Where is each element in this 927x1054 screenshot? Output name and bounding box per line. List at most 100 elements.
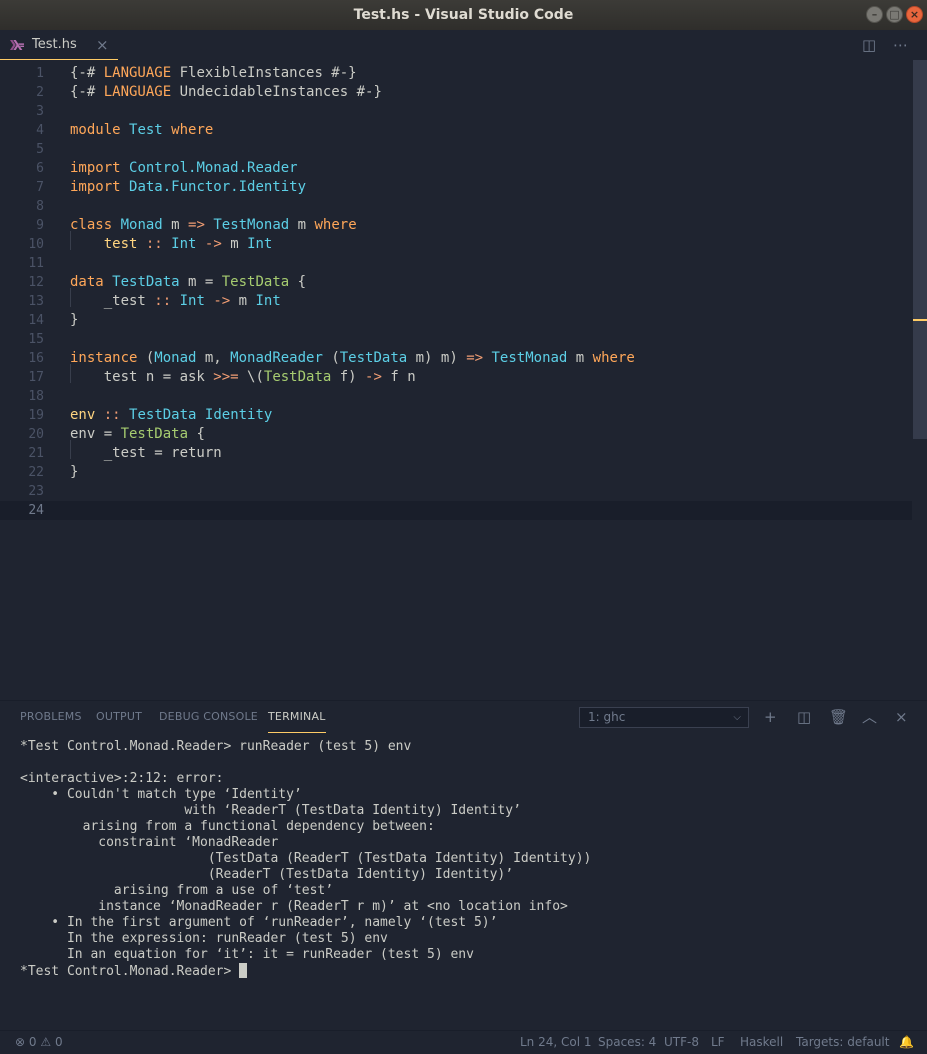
split-terminal-icon[interactable]: ◫ (797, 701, 811, 733)
tab-problems[interactable]: PROBLEMS (20, 701, 82, 733)
code-line[interactable]: 21 _test = return (0, 444, 912, 463)
line-number: 12 (28, 275, 44, 290)
cursor-position[interactable]: Ln 24, Col 1 (520, 1031, 592, 1054)
code-line[interactable]: 3 (0, 102, 912, 121)
tab-close-icon[interactable]: × (96, 30, 109, 60)
line-number: 9 (36, 218, 44, 233)
code-token: LANGUAGE (103, 65, 172, 81)
close-panel-icon[interactable]: × (895, 701, 908, 733)
trash-icon[interactable]: 🗑 (829, 701, 848, 733)
more-actions-icon[interactable]: ⋯ (893, 30, 908, 60)
minimize-button[interactable]: – (866, 6, 883, 23)
code-line[interactable]: 17 test n = ask >>= \(TestData f) -> f n (0, 368, 912, 387)
code-line[interactable]: 4 module Test where (0, 121, 912, 140)
terminal-select[interactable]: 1: ghc ⌵ (579, 707, 749, 728)
code-line[interactable]: 12 data TestData m = TestData { (0, 273, 912, 292)
code-token: Int (255, 293, 281, 309)
code-token: TestMonad (491, 350, 568, 366)
chevron-down-icon: ⌵ (733, 712, 741, 723)
code-token: => (466, 350, 484, 366)
code-token: { (289, 274, 307, 290)
code-line[interactable]: 13 _test :: Int -> m Int (0, 292, 912, 311)
bell-icon[interactable]: 🔔 (899, 1031, 914, 1054)
indentation[interactable]: Spaces: 4 (598, 1031, 656, 1054)
code-token: module (70, 122, 121, 138)
code-token: m (289, 217, 315, 233)
code-token: UndecidableInstances #-} (171, 84, 382, 100)
warning-count: 0 (54, 1035, 63, 1049)
editor-scrollbar-thumb[interactable] (913, 60, 927, 439)
close-window-button[interactable]: × (906, 6, 923, 23)
maximize-panel-icon[interactable]: ︿ (862, 701, 877, 733)
code-token: TestData (339, 350, 408, 366)
status-bar: ⊗ 0 ⚠ 0 Ln 24, Col 1 Spaces: 4 UTF-8 LF … (0, 1030, 927, 1054)
code-token: m (230, 293, 256, 309)
line-number: 2 (36, 85, 44, 100)
code-line[interactable]: 18 (0, 387, 912, 406)
encoding[interactable]: UTF-8 (664, 1031, 699, 1054)
targets[interactable]: Targets: default (796, 1031, 889, 1054)
code-text: test :: Int -> m Int (70, 235, 273, 254)
code-token: Monad (154, 350, 197, 366)
code-line[interactable]: 6 import Control.Monad.Reader (0, 159, 912, 178)
code-token: m = (179, 274, 222, 290)
code-line[interactable]: 16 instance (Monad m, MonadReader (TestDa… (0, 349, 912, 368)
code-line[interactable]: 5 (0, 140, 912, 159)
line-number: 14 (28, 313, 44, 328)
code-line[interactable]: 15 (0, 330, 912, 349)
code-line[interactable]: 11 (0, 254, 912, 273)
tab-debug-console[interactable]: DEBUG CONSOLE (159, 701, 258, 733)
tab-output[interactable]: OUTPUT (96, 701, 142, 733)
code-line[interactable]: 1 {-# LANGUAGE FlexibleInstances #-} (0, 64, 912, 83)
line-number: 23 (28, 484, 44, 499)
new-terminal-icon[interactable]: + (764, 701, 777, 733)
terminal-line: constraint ‘MonadReader (20, 835, 279, 850)
tab-test-hs[interactable]: Test.hs × (0, 30, 118, 60)
code-line[interactable]: 10 test :: Int -> m Int (0, 235, 912, 254)
code-editor[interactable]: 1 {-# LANGUAGE FlexibleInstances #-} 2 {-# … (0, 60, 927, 700)
tab-title: Test.hs (32, 37, 77, 52)
code-line[interactable]: 14} (0, 311, 912, 330)
line-number: 22 (28, 465, 44, 480)
terminal-line: *Test Control.Monad.Reader> (20, 963, 591, 979)
code-token: ( (322, 350, 340, 366)
terminal-output[interactable]: *Test Control.Monad.Reader> runReader (t… (20, 739, 591, 979)
code-line[interactable]: 22} (0, 463, 912, 482)
code-line[interactable]: 8 (0, 197, 912, 216)
problems-status[interactable]: ⊗ 0 ⚠ 0 (15, 1031, 63, 1054)
line-number: 17 (28, 370, 44, 385)
tab-terminal[interactable]: TERMINAL (268, 701, 326, 733)
maximize-button[interactable]: □ (886, 6, 903, 23)
code-line[interactable]: 23 (0, 482, 912, 501)
code-text: env = TestData { (70, 425, 205, 444)
line-ending[interactable]: LF (711, 1031, 725, 1054)
code-token: } (70, 312, 79, 328)
language-mode[interactable]: Haskell (740, 1031, 783, 1054)
line-number: 20 (28, 427, 44, 442)
haskell-icon (10, 40, 24, 50)
code-token: where (171, 122, 214, 138)
line-number: 4 (36, 123, 44, 138)
code-token: => (188, 217, 205, 233)
code-line[interactable]: 24 (0, 501, 927, 520)
code-token: LANGUAGE (103, 84, 172, 100)
code-token: -> (204, 236, 222, 252)
code-line[interactable]: 2 {-# LANGUAGE UndecidableInstances #-} (0, 83, 912, 102)
split-editor-icon[interactable]: ◫ (862, 30, 876, 60)
code-line[interactable]: 20 env = TestData { (0, 425, 912, 444)
terminal-line: *Test Control.Monad.Reader> runReader (t… (20, 739, 412, 754)
code-token: TestData (129, 407, 197, 423)
code-line[interactable]: 19 env :: TestData Identity (0, 406, 912, 425)
code-line[interactable]: 9 class Monad m => TestMonad m where (0, 216, 912, 235)
terminal-line: with ‘ReaderT (TestData Identity) Identi… (20, 803, 521, 818)
line-number: 8 (36, 199, 44, 214)
code-line[interactable]: 7 import Data.Functor.Identity (0, 178, 912, 197)
